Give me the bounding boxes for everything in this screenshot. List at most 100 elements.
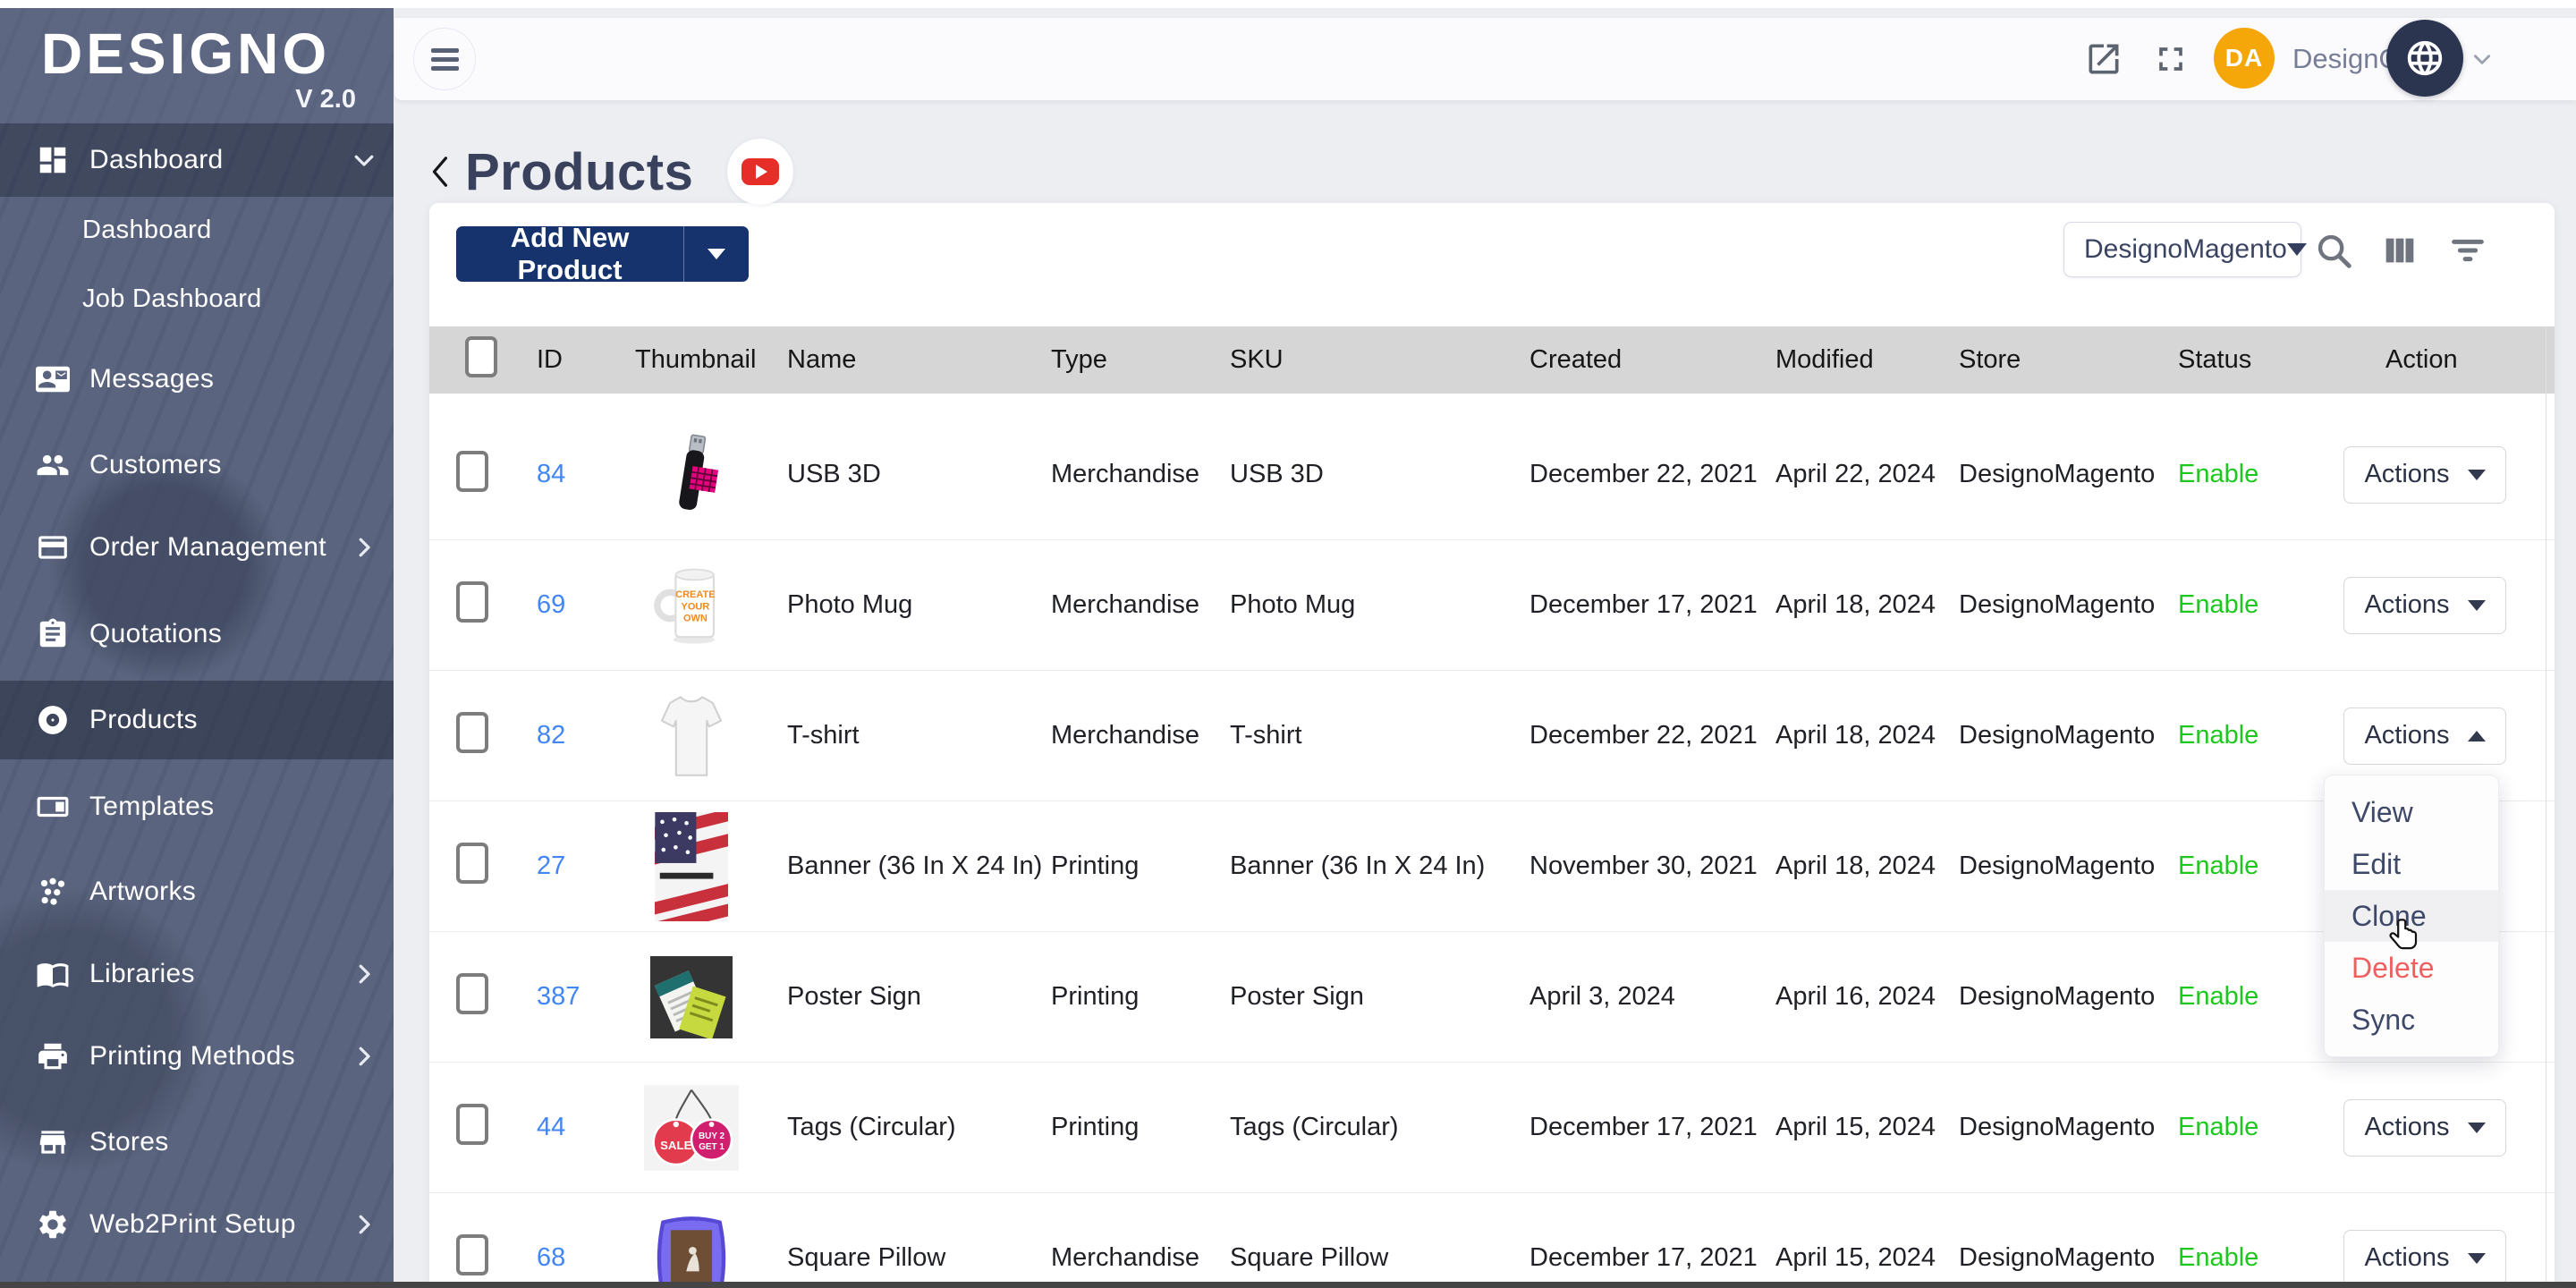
sidebar-item-artworks[interactable]: Artworks (0, 855, 394, 928)
product-type: Printing (1042, 1113, 1221, 1142)
row-checkbox[interactable] (456, 1234, 488, 1275)
row-checkbox[interactable] (456, 1104, 488, 1145)
username-label[interactable]: DesignO A (2292, 43, 2398, 75)
caret-down-icon (2468, 1123, 2486, 1133)
thumbnail-photo-mug[interactable]: CREATEYOUROWN (642, 566, 741, 645)
product-created: December 17, 2021 (1521, 1113, 1767, 1142)
sidebar-item-libraries[interactable]: Libraries (0, 937, 394, 1011)
row-checkbox[interactable] (456, 581, 488, 623)
sidebar-item-stores[interactable]: Stores (0, 1106, 394, 1179)
product-id-link[interactable]: 82 (537, 721, 565, 750)
avatar[interactable]: DA (2214, 28, 2275, 89)
sidebar-item-customers[interactable]: Customers (0, 428, 394, 502)
actions-button[interactable]: Actions (2343, 446, 2506, 504)
table-row: 69 CREATEYOUROWN Photo Mug Merchandise P… (429, 540, 2555, 671)
menu-item-sync[interactable]: Sync (2325, 994, 2498, 1046)
product-created: April 3, 2024 (1521, 982, 1767, 1012)
table-row: 82 T-shirt Merchandise T-shirt December … (429, 671, 2555, 801)
sidebar-item-quotations[interactable]: Quotations (0, 597, 394, 671)
actions-button[interactable]: Actions (2343, 577, 2506, 634)
product-modified: April 22, 2024 (1767, 460, 1950, 489)
globe-language-button[interactable] (2386, 20, 2463, 97)
product-sku: T-shirt (1221, 721, 1521, 750)
logo-block: DESIGNO V 2.0 (0, 8, 394, 123)
thumbnail-t-shirt[interactable] (642, 692, 741, 780)
column-header-name: Name (778, 345, 1042, 375)
product-sku: Poster Sign (1221, 982, 1521, 1012)
column-header-modified: Modified (1767, 345, 1950, 375)
product-id-link[interactable]: 84 (537, 460, 565, 488)
product-modified: April 15, 2024 (1767, 1243, 1950, 1273)
sidebar: DESIGNO V 2.0 Dashboard Dashboard Job Da… (0, 0, 394, 1288)
youtube-help-button[interactable] (727, 139, 793, 205)
row-checkbox[interactable] (456, 712, 488, 753)
row-checkbox[interactable] (456, 973, 488, 1014)
column-header-status: Status (2169, 345, 2321, 375)
select-all-checkbox[interactable] (465, 336, 497, 377)
product-sku: Photo Mug (1221, 590, 1521, 620)
columns-icon[interactable] (2379, 230, 2420, 271)
sidebar-item-templates[interactable]: Templates (0, 770, 394, 843)
sidebar-item-label: Stores (89, 1127, 169, 1157)
column-header-thumbnail: Thumbnail (626, 345, 778, 375)
sidebar-item-products[interactable]: Products (0, 681, 394, 759)
back-chevron-button[interactable] (429, 154, 453, 190)
sidebar-item-printing-methods[interactable]: Printing Methods (0, 1020, 394, 1093)
hamburger-menu-button[interactable] (413, 28, 476, 90)
caret-down-icon (2468, 470, 2486, 480)
product-store: DesignoMagento (1950, 1243, 2169, 1273)
sidebar-item-dashboard-section[interactable]: Dashboard (0, 123, 394, 197)
sidebar-item-label: Products (89, 705, 198, 735)
product-store: DesignoMagento (1950, 590, 2169, 620)
thumbnail-square-pillow[interactable] (642, 1215, 741, 1288)
search-icon[interactable] (2313, 230, 2354, 271)
thumbnail-banner[interactable] (642, 812, 741, 921)
add-product-dropdown-toggle[interactable] (684, 249, 749, 259)
row-checkbox[interactable] (456, 451, 488, 492)
actions-button[interactable]: Actions (2343, 1230, 2506, 1287)
menu-item-clone[interactable]: Clone (2325, 890, 2498, 942)
product-name: Square Pillow (778, 1243, 1042, 1273)
disc-icon (36, 703, 70, 737)
product-id-link[interactable]: 387 (537, 982, 580, 1011)
actions-button-open[interactable]: Actions (2343, 708, 2506, 765)
product-name: Poster Sign (778, 982, 1042, 1012)
credit-card-icon (36, 530, 70, 564)
app-logo: DESIGNO (41, 21, 330, 87)
actions-button[interactable]: Actions (2343, 1099, 2506, 1157)
product-id-link[interactable]: 44 (537, 1113, 565, 1141)
thumbnail-tags-circular[interactable]: SALEBUY 2GET 1 (642, 1085, 741, 1171)
product-modified: April 18, 2024 (1767, 721, 1950, 750)
svg-text:OWN: OWN (683, 613, 708, 623)
product-name: Tags (Circular) (778, 1113, 1042, 1142)
sidebar-item-label: Web2Print Setup (89, 1209, 296, 1240)
sidebar-item-order-management[interactable]: Order Management (0, 511, 394, 584)
svg-text:BUY 2: BUY 2 (699, 1131, 725, 1140)
row-checkbox[interactable] (456, 843, 488, 884)
product-id-link[interactable]: 69 (537, 590, 565, 619)
contact-mail-icon (36, 362, 70, 396)
sidebar-item-job-dashboard[interactable]: Job Dashboard (0, 267, 394, 331)
sidebar-item-web2print-setup[interactable]: Web2Print Setup (0, 1188, 394, 1261)
add-new-product-button[interactable]: Add New Product (456, 226, 749, 282)
product-id-link[interactable]: 27 (537, 852, 565, 880)
thumbnail-usb-3d[interactable] (642, 430, 741, 520)
actions-label: Actions (2364, 1243, 2449, 1273)
menu-item-edit[interactable]: Edit (2325, 838, 2498, 890)
store-selector[interactable]: DesignoMagento (2063, 222, 2301, 277)
menu-item-delete[interactable]: Delete (2325, 942, 2498, 994)
menu-item-view[interactable]: View (2325, 786, 2498, 838)
filter-icon[interactable] (2447, 230, 2488, 271)
store-selector-value: DesignoMagento (2084, 234, 2287, 265)
caret-down-icon (2287, 243, 2307, 256)
product-id-link[interactable]: 68 (537, 1243, 565, 1272)
table-body: 84 USB 3D Merchandise USB 3D December 22… (429, 410, 2555, 1288)
bottom-edge-strip (0, 1282, 2576, 1288)
open-in-new-icon[interactable] (2084, 39, 2123, 79)
fullscreen-icon[interactable] (2151, 39, 2190, 79)
sidebar-item-label: Dashboard (82, 216, 212, 245)
sidebar-item-dashboard[interactable]: Dashboard (0, 198, 394, 262)
product-created: December 22, 2021 (1521, 721, 1767, 750)
sidebar-item-messages[interactable]: Messages (0, 343, 394, 416)
thumbnail-poster-sign[interactable] (642, 956, 741, 1038)
